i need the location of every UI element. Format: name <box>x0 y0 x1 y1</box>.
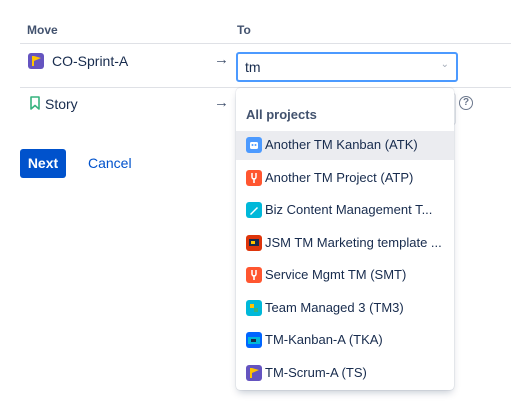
dropdown-option[interactable]: TM-Scrum-A (TS) <box>236 359 454 388</box>
dropdown-option-label: JSM TM Marketing template ... <box>265 235 442 250</box>
cancel-button[interactable]: Cancel <box>80 149 140 178</box>
to-column-header: To <box>237 23 251 37</box>
move-column-header: Move <box>27 23 58 37</box>
dropdown-option[interactable]: TM-Kanban-A (TKA) <box>236 326 454 355</box>
dropdown-option-label: TM-Kanban-A (TKA) <box>265 332 383 347</box>
dropdown-option[interactable]: Biz Content Management T... <box>236 196 454 225</box>
dropdown-option-label: TM-Scrum-A (TS) <box>265 365 367 380</box>
project-dropdown-menu: All projects Another TM Kanban (ATK) Ano… <box>236 88 454 390</box>
dropdown-option[interactable]: Another TM Kanban (ATK) <box>236 131 454 160</box>
dropdown-option[interactable]: Another TM Project (ATP) <box>236 164 454 193</box>
pencil-project-icon <box>246 202 262 218</box>
dropdown-option-label: Biz Content Management T... <box>265 202 433 217</box>
move-arrow-icon: → <box>214 94 229 111</box>
target-project-select[interactable]: tm ⌄ <box>236 52 458 82</box>
dropdown-option-label: Another TM Project (ATP) <box>265 170 414 185</box>
puzzle-project-icon <box>246 300 262 316</box>
source-project-label: CO-Sprint-A <box>52 53 129 69</box>
next-button[interactable]: Next <box>20 149 66 178</box>
dropdown-option[interactable]: Service Mgmt TM (SMT) <box>236 261 454 290</box>
move-arrow-icon: → <box>214 51 229 68</box>
story-bookmark-icon <box>29 96 41 110</box>
dropdown-option[interactable]: JSM TM Marketing template ... <box>236 229 454 258</box>
dropdown-option[interactable]: Team Managed 3 (TM3) <box>236 294 454 323</box>
co-sprint-project-icon <box>28 53 44 69</box>
screen-project-icon <box>246 235 262 251</box>
target-project-input-value[interactable]: tm <box>245 59 261 75</box>
dropdown-option-label: Service Mgmt TM (SMT) <box>265 267 407 282</box>
issue-type-label: Story <box>45 96 78 112</box>
dropdown-group-header: All projects <box>246 107 317 122</box>
box-project-icon <box>246 332 262 348</box>
robot-project-icon <box>246 137 262 153</box>
help-icon[interactable]: ? <box>459 96 473 110</box>
dropdown-option-label: Team Managed 3 (TM3) <box>265 300 404 315</box>
wrench-project-icon <box>246 267 262 283</box>
wrench-project-icon <box>246 170 262 186</box>
dropdown-option-label: Another TM Kanban (ATK) <box>265 137 418 152</box>
flag-project-icon <box>246 365 262 381</box>
header-divider <box>20 43 511 44</box>
chevron-down-icon[interactable]: ⌄ <box>441 59 449 70</box>
